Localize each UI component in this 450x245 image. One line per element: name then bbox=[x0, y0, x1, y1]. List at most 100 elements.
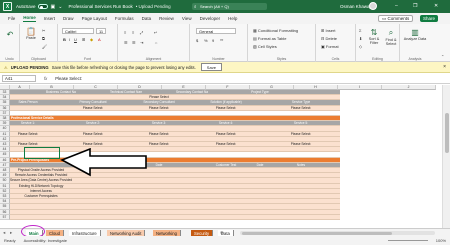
cells-group-label: Cells bbox=[331, 57, 340, 61]
analyze-data-button[interactable]: ▥ Analyze Data bbox=[403, 28, 427, 41]
merge-center-icon[interactable]: ⇔ bbox=[154, 40, 158, 45]
align-center-icon[interactable]: ☰ bbox=[132, 40, 136, 45]
name-box[interactable]: A41 bbox=[2, 75, 36, 82]
currency-icon[interactable]: $ bbox=[196, 38, 198, 43]
formula-input[interactable]: Please Select: bbox=[55, 76, 82, 81]
italic-button[interactable]: I bbox=[69, 37, 70, 42]
insert-cells-label: Insert bbox=[325, 28, 336, 33]
save-icon[interactable]: ▣ bbox=[51, 4, 56, 10]
zoom-level[interactable]: 100% bbox=[436, 238, 446, 243]
format-as-table-button[interactable]: ▤ Format as Table bbox=[253, 36, 287, 41]
autosum-icon[interactable]: Σ bbox=[359, 28, 361, 33]
number-format-select[interactable]: General bbox=[196, 28, 236, 34]
avatar[interactable] bbox=[369, 2, 377, 10]
fill-color-icon[interactable]: ◆ bbox=[90, 37, 93, 42]
align-middle-icon[interactable]: ≡ bbox=[132, 30, 134, 35]
insert-cells-button[interactable]: ⊞ Insert bbox=[321, 28, 335, 33]
sort-filter-label: Sort & Filter bbox=[368, 37, 380, 45]
customize-toolbar-chevron-icon[interactable]: ⌄ bbox=[58, 4, 62, 10]
fill-icon[interactable]: ⬇ bbox=[359, 36, 362, 41]
copy-icon[interactable]: ⧉ bbox=[42, 36, 45, 41]
row-header[interactable]: 57 bbox=[0, 214, 10, 220]
vertical-scrollbar[interactable] bbox=[442, 85, 450, 228]
status-ready: Ready bbox=[4, 238, 16, 243]
delete-cells-button[interactable]: ⊟ Delete bbox=[321, 36, 337, 41]
tab-review[interactable]: Review bbox=[159, 16, 174, 21]
minimize-button[interactable]: – bbox=[395, 3, 398, 9]
tab-file[interactable]: File bbox=[8, 16, 15, 21]
align-top-icon[interactable]: ≡ bbox=[124, 30, 126, 35]
tab-formulas[interactable]: Formulas bbox=[115, 16, 134, 21]
align-left-icon[interactable]: ☰ bbox=[124, 40, 128, 45]
tab-draw[interactable]: Draw bbox=[63, 16, 74, 21]
collapse-ribbon-icon[interactable]: ⌃ bbox=[441, 54, 444, 59]
cell-styles-button[interactable]: ▧ Cell Styles bbox=[253, 44, 277, 49]
format-painter-icon[interactable]: 🖌 bbox=[42, 44, 47, 49]
conditional-formatting-button[interactable]: ▦ Conditional Formatting bbox=[253, 28, 298, 33]
find-select-button[interactable]: ⌕ Find & Select bbox=[383, 28, 399, 46]
analyze-data-label: Analyze Data bbox=[403, 37, 427, 41]
zoom-slider[interactable] bbox=[388, 240, 428, 241]
tab-insert[interactable]: Insert bbox=[44, 16, 55, 21]
paste-button[interactable]: 📋 Paste bbox=[23, 27, 39, 40]
delete-cells-label: Delete bbox=[325, 36, 338, 41]
cut-icon[interactable]: ✂ bbox=[42, 28, 45, 33]
sort-filter-button[interactable]: ⇅ Sort & Filter bbox=[366, 28, 382, 45]
cell[interactable] bbox=[10, 215, 46, 220]
editing-group: Σ ⬇ ◇ ⇅ Sort & Filter ⌕ Find & Select Edit… bbox=[356, 24, 400, 62]
tab-page-layout[interactable]: Page Layout bbox=[82, 16, 107, 21]
cell[interactable] bbox=[276, 215, 326, 220]
accessibility-status[interactable]: Accessibility: Investigate bbox=[24, 238, 67, 243]
tab-view[interactable]: View bbox=[182, 16, 192, 21]
increase-decimal-icon[interactable]: ⁰⁰ bbox=[220, 38, 223, 43]
cell[interactable] bbox=[46, 215, 76, 220]
cell[interactable] bbox=[110, 215, 142, 220]
undo-group-label: Undo bbox=[5, 57, 14, 61]
close-button[interactable]: ✕ bbox=[434, 3, 438, 9]
worksheet-grid[interactable]: ABCDEFGHIJ 33 34 35 36 37 38 39 40 41 42 43 44 45 46 4… bbox=[0, 85, 442, 228]
number-group-label: Number bbox=[212, 57, 225, 61]
horizontal-scroll-thumb[interactable] bbox=[242, 231, 392, 235]
cell[interactable] bbox=[176, 215, 208, 220]
tab-developer[interactable]: Developer bbox=[200, 16, 221, 21]
undo-button[interactable]: ↶ bbox=[3, 30, 17, 39]
selected-cell[interactable] bbox=[24, 147, 60, 159]
font-color-icon[interactable]: A bbox=[98, 37, 101, 42]
font-size-select[interactable]: 11 bbox=[96, 28, 106, 34]
percent-icon[interactable]: % bbox=[204, 38, 208, 43]
title-bar: X AutoSave ▣ ⌄ Professional Services Run… bbox=[0, 0, 450, 13]
cell[interactable] bbox=[208, 215, 244, 220]
tab-data[interactable]: Data bbox=[142, 16, 152, 21]
close-icon[interactable]: × bbox=[443, 64, 446, 70]
autosave-toggle[interactable] bbox=[37, 4, 48, 9]
format-cells-button[interactable]: ▣ Format bbox=[321, 44, 339, 49]
find-select-icon: ⌕ bbox=[388, 28, 394, 37]
borders-icon[interactable]: ⊞ bbox=[82, 37, 85, 42]
clear-icon[interactable]: ◇ bbox=[359, 44, 362, 49]
underline-button[interactable]: U bbox=[74, 37, 77, 42]
font-group: Calibri 11 B I U ⊞ ◆ A Font bbox=[58, 24, 118, 62]
cells-group: ⊞ Insert ⊟ Delete ▣ Format Cells bbox=[316, 24, 356, 62]
cell[interactable] bbox=[244, 215, 276, 220]
wrap-text-icon[interactable]: ↵ bbox=[154, 30, 157, 35]
undo-icon: ↶ bbox=[6, 30, 14, 39]
comma-style-icon[interactable]: 9 bbox=[212, 38, 214, 43]
document-title[interactable]: Professional Services Run Book bbox=[68, 4, 132, 9]
search-box[interactable]: ⌕ Search (Alt + Q) bbox=[192, 3, 267, 10]
editing-group-label: Editing bbox=[372, 57, 383, 61]
tab-home[interactable]: Home bbox=[23, 15, 36, 22]
font-name-select[interactable]: Calibri bbox=[62, 28, 94, 34]
horizontal-scrollbar[interactable] bbox=[240, 231, 435, 235]
restore-button[interactable]: ❐ bbox=[413, 3, 417, 9]
tab-help[interactable]: Help bbox=[228, 16, 237, 21]
cell[interactable] bbox=[76, 215, 110, 220]
vertical-scroll-thumb[interactable] bbox=[445, 113, 449, 153]
comments-button[interactable]: ▭ Comments bbox=[378, 15, 414, 22]
save-button[interactable]: Save bbox=[200, 63, 222, 71]
orientation-icon[interactable]: ⤢ bbox=[140, 30, 143, 35]
fx-icon[interactable]: fx bbox=[44, 76, 47, 81]
indent-icon[interactable]: ⇥ bbox=[140, 40, 143, 45]
cell[interactable] bbox=[142, 215, 176, 220]
share-button[interactable]: Share bbox=[420, 15, 439, 22]
bold-button[interactable]: B bbox=[63, 37, 66, 42]
